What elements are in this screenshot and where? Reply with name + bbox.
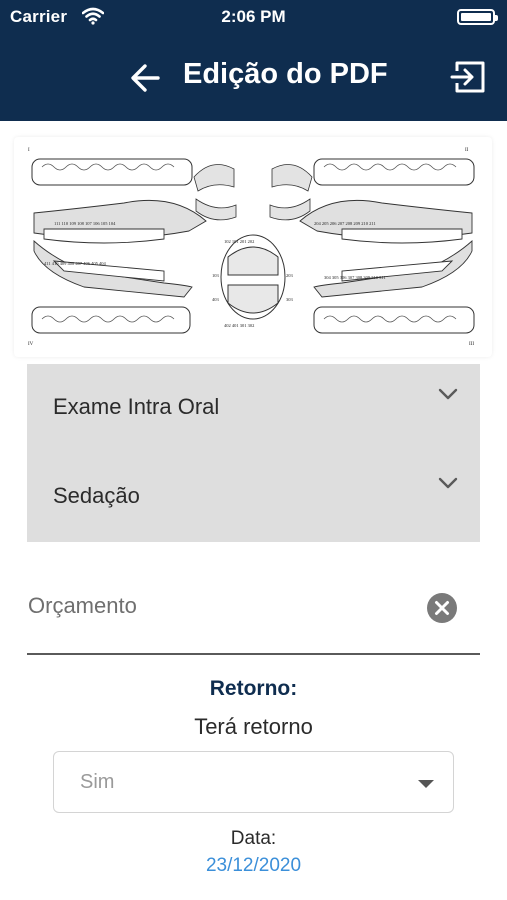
accordion-item-label: Exame Intra Oral [53, 394, 220, 419]
dental-chart[interactable]: I II III IV 111 110 109 108 107 106 105 … [14, 137, 492, 357]
accordion-item-sedacao[interactable]: Sedação [27, 453, 480, 542]
quadrant-label: II [465, 148, 469, 153]
svg-text:204 205 206 207 208 209 210 21: 204 205 206 207 208 209 210 211 [314, 221, 376, 226]
caret-down-icon [418, 780, 434, 788]
navigation-header: Carrier 2:06 PM Edição do PDF [0, 0, 507, 121]
page-title: Edição do PDF [183, 58, 388, 90]
svg-text:103: 103 [212, 273, 220, 278]
close-icon[interactable] [426, 592, 458, 624]
quadrant-label: I [28, 148, 30, 153]
svg-text:304 305 306 307 308 309 310 31: 304 305 306 307 308 309 310 311 [324, 275, 386, 280]
status-bar: Carrier 2:06 PM [0, 0, 507, 34]
battery-icon [457, 9, 498, 25]
svg-text:411 410 409 408 407 406 405 40: 411 410 409 408 407 406 405 404 [44, 261, 106, 266]
svg-text:403: 403 [212, 297, 220, 302]
date-label: Data: [230, 828, 277, 849]
svg-text:303: 303 [286, 297, 294, 302]
retorno-select-value: Sim [80, 771, 115, 793]
chevron-down-icon [438, 388, 458, 400]
svg-text:102 101 201 202: 102 101 201 202 [224, 239, 254, 244]
quadrant-label: IV [28, 342, 34, 347]
svg-text:402 401 301 302: 402 401 301 302 [224, 323, 254, 328]
accordion-item-exame-intra-oral[interactable]: Exame Intra Oral [27, 364, 480, 453]
retorno-subtitle: Terá retorno [194, 714, 313, 739]
clock: 2:06 PM [221, 7, 286, 26]
accordion: Exame Intra Oral Sedação [27, 364, 480, 542]
chevron-down-icon [438, 477, 458, 489]
svg-text:111 110 109 108 107 106 105 10: 111 110 109 108 107 106 105 104 [54, 221, 116, 226]
quadrant-label: III [469, 342, 474, 347]
arrow-left-icon[interactable] [128, 60, 164, 96]
retorno-select[interactable]: Sim [53, 751, 454, 813]
accordion-item-label: Sedação [53, 483, 140, 508]
retorno-title: Retorno: [209, 677, 298, 700]
orcamento-underline [27, 653, 480, 655]
date-value[interactable]: 23/12/2020 [0, 855, 507, 877]
orcamento-field[interactable]: Orçamento [28, 593, 137, 619]
exit-icon[interactable] [450, 58, 488, 96]
dental-chart-diagram: I II III IV 111 110 109 108 107 106 105 … [28, 148, 475, 347]
svg-text:203: 203 [286, 273, 294, 278]
